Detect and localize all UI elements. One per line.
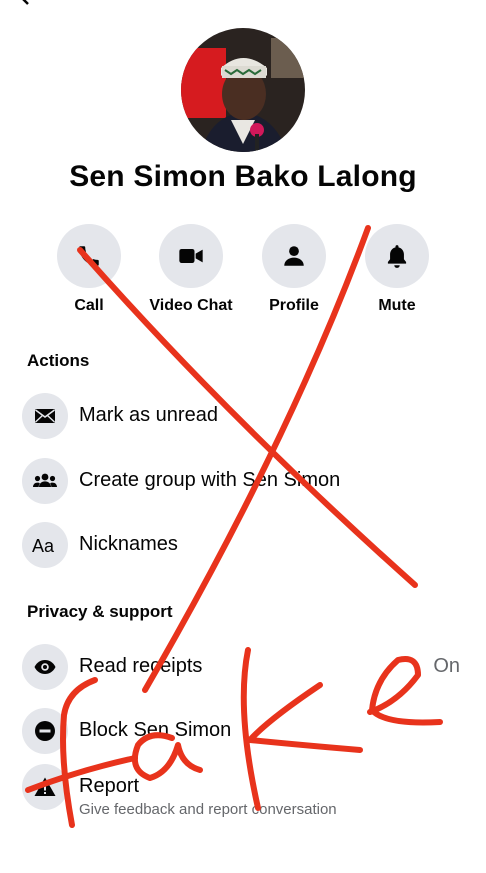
- block-icon: [35, 721, 55, 741]
- block-label: Block Sen Simon: [79, 719, 232, 741]
- actions-section-title: Actions: [27, 351, 90, 370]
- report-row[interactable]: Report Give feedback and report conversa…: [22, 764, 472, 818]
- create-group-row[interactable]: Create group with Sen Simon: [22, 458, 472, 508]
- aa-text-icon: Aa: [32, 536, 55, 556]
- video-chat-button[interactable]: Video Chat: [146, 224, 236, 315]
- report-label: Report: [79, 775, 140, 797]
- profile-avatar[interactable]: [181, 28, 305, 152]
- envelope-icon: [35, 409, 55, 423]
- read-receipts-label: Read receipts: [79, 655, 203, 677]
- mark-as-unread-label: Mark as unread: [79, 404, 218, 426]
- profile-button[interactable]: Profile: [249, 224, 339, 315]
- block-row[interactable]: Block Sen Simon: [22, 708, 472, 758]
- privacy-section-title: Privacy & support: [27, 602, 173, 621]
- mute-icon-circle[interactable]: [365, 224, 429, 288]
- call-icon-circle[interactable]: [57, 224, 121, 288]
- read-receipts-value: On: [433, 655, 460, 677]
- call-button[interactable]: Call: [44, 224, 134, 315]
- read-receipts-row[interactable]: Read receipts On: [22, 644, 472, 694]
- create-group-label: Create group with Sen Simon: [79, 469, 341, 491]
- profile-icon-circle[interactable]: [262, 224, 326, 288]
- person-icon: [284, 246, 304, 266]
- mute-button[interactable]: Mute: [352, 224, 442, 315]
- phone-icon: [79, 246, 99, 266]
- back-arrow-icon[interactable]: [14, 0, 34, 6]
- call-label: Call: [74, 297, 104, 314]
- mute-label: Mute: [378, 297, 416, 314]
- eye-icon: [34, 660, 56, 674]
- contact-name: Sen Simon Bako Lalong: [69, 160, 417, 193]
- nicknames-label: Nicknames: [79, 533, 178, 555]
- nicknames-row[interactable]: Aa Nicknames: [22, 522, 472, 572]
- bell-icon: [387, 245, 407, 268]
- profile-label: Profile: [269, 297, 319, 314]
- video-chat-label: Video Chat: [149, 297, 233, 314]
- report-sublabel: Give feedback and report conversation: [79, 801, 337, 818]
- video-chat-icon-circle[interactable]: [159, 224, 223, 288]
- video-camera-icon: [179, 249, 203, 263]
- group-icon: [33, 473, 57, 487]
- warning-icon: [34, 777, 56, 796]
- svg-text:Aa: Aa: [32, 536, 55, 556]
- mark-as-unread-row[interactable]: Mark as unread: [22, 393, 472, 443]
